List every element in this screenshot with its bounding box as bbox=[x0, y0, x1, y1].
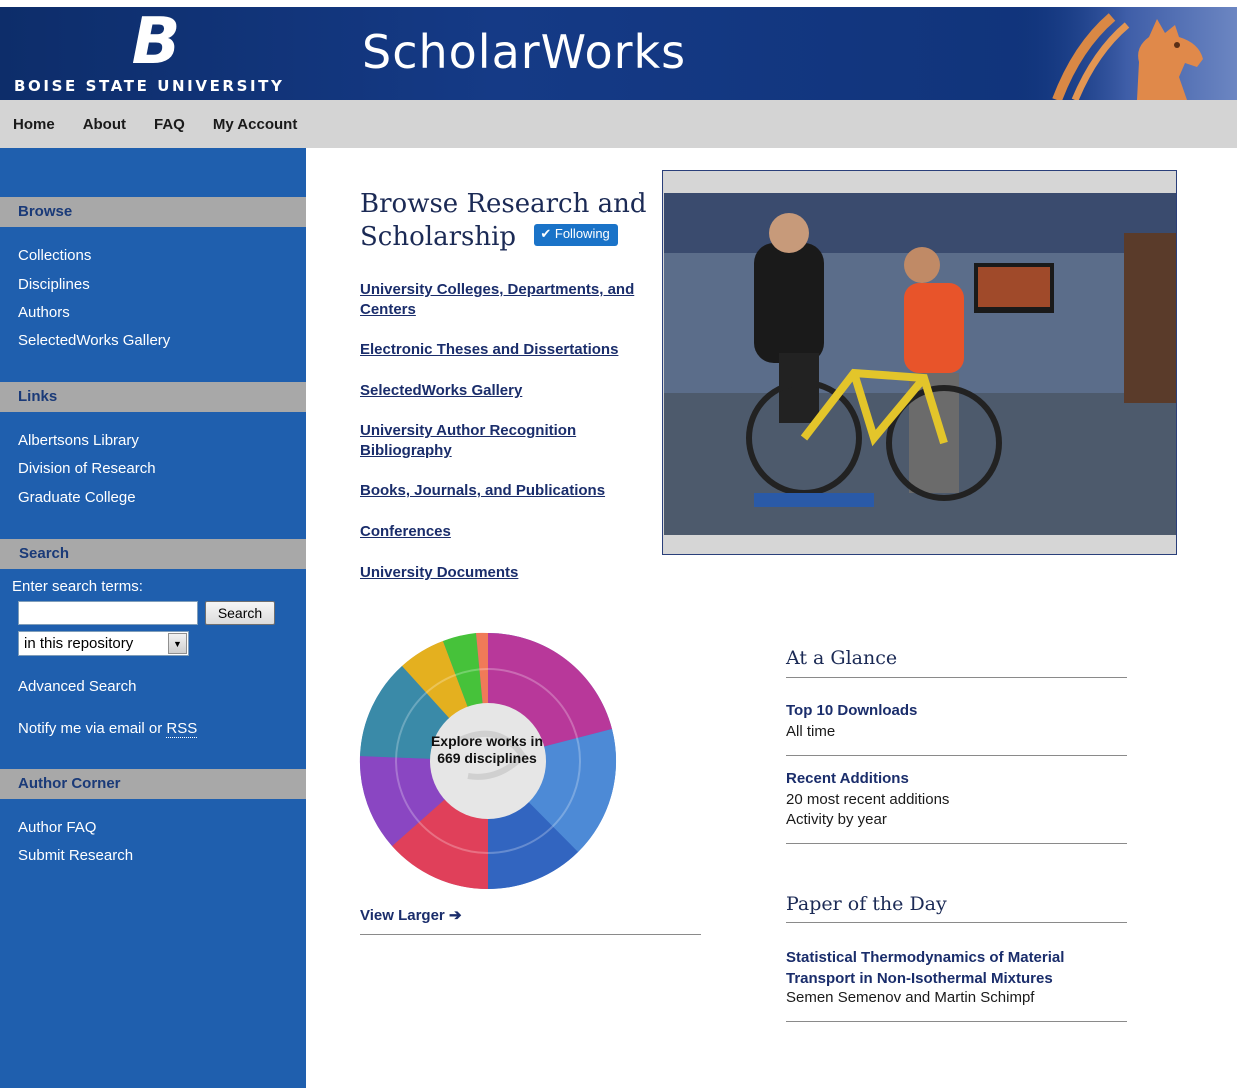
sidebar-heading-author-corner: Author Corner bbox=[0, 769, 306, 799]
sidebar-item-graduate-college[interactable]: Graduate College bbox=[18, 489, 136, 506]
site-header: B BOISE STATE UNIVERSITY ScholarWorks bbox=[0, 7, 1237, 100]
paper-title-link[interactable]: Statistical Thermodynamics of Material T… bbox=[786, 947, 1106, 989]
nav-my-account[interactable]: My Account bbox=[213, 116, 297, 133]
view-larger-link[interactable]: View Larger ➔ bbox=[360, 906, 462, 924]
at-a-glance-title: At a Glance bbox=[786, 647, 898, 669]
top-downloads-link[interactable]: Top 10 Downloads bbox=[786, 702, 917, 719]
divider bbox=[786, 755, 1127, 756]
divider bbox=[786, 843, 1127, 844]
sidebar-item-selectedworks-gallery[interactable]: SelectedWorks Gallery bbox=[18, 332, 170, 349]
sidebar-heading-browse: Browse bbox=[0, 197, 306, 227]
sidebar-item-submit-research[interactable]: Submit Research bbox=[18, 847, 133, 864]
paper-authors: Semen Semenov and Martin Schimpf bbox=[786, 989, 1035, 1006]
chevron-down-icon[interactable]: ▼ bbox=[168, 633, 187, 654]
link-theses-dissertations[interactable]: Electronic Theses and Dissertations bbox=[360, 340, 650, 360]
bronco-logo-art bbox=[1017, 7, 1237, 100]
university-logo[interactable]: B bbox=[120, 10, 190, 74]
paper-of-the-day-title: Paper of the Day bbox=[786, 893, 947, 915]
sidebar: Browse Collections Disciplines Authors S… bbox=[0, 148, 306, 1088]
search-scope-select[interactable]: in this repository ▼ bbox=[18, 631, 189, 656]
sidebar-item-albertsons-library[interactable]: Albertsons Library bbox=[18, 432, 139, 449]
header-topline bbox=[0, 0, 1237, 7]
activity-by-year-link[interactable]: Activity by year bbox=[786, 811, 887, 828]
divider bbox=[786, 922, 1127, 923]
sidebar-item-disciplines[interactable]: Disciplines bbox=[18, 276, 90, 293]
search-label: Enter search terms: bbox=[12, 578, 143, 595]
nav-about[interactable]: About bbox=[83, 116, 126, 133]
hero-image-frame bbox=[662, 170, 1177, 555]
top-navigation: Home About FAQ My Account bbox=[0, 100, 1237, 148]
sunburst-label[interactable]: Explore works in 669 disciplines bbox=[420, 733, 554, 767]
sidebar-heading-links: Links bbox=[0, 382, 306, 412]
advanced-search-link[interactable]: Advanced Search bbox=[18, 678, 136, 695]
sidebar-item-collections[interactable]: Collections bbox=[18, 247, 91, 264]
divider bbox=[786, 1021, 1127, 1022]
following-label: Following bbox=[554, 226, 610, 241]
sidebar-item-authors[interactable]: Authors bbox=[18, 304, 70, 321]
nav-faq[interactable]: FAQ bbox=[154, 116, 185, 133]
view-larger-text: View Larger bbox=[360, 907, 445, 924]
university-name[interactable]: BOISE STATE UNIVERSITY bbox=[14, 77, 284, 95]
nav-home[interactable]: Home bbox=[13, 116, 55, 133]
link-university-documents[interactable]: University Documents bbox=[360, 563, 650, 583]
link-books-journals[interactable]: Books, Journals, and Publications bbox=[360, 481, 650, 501]
hero-photo[interactable] bbox=[664, 193, 1176, 535]
search-button[interactable]: Search bbox=[205, 601, 275, 625]
divider bbox=[786, 677, 1127, 678]
sidebar-item-author-faq[interactable]: Author FAQ bbox=[18, 819, 96, 836]
link-author-recognition[interactable]: University Author Recognition Bibliograp… bbox=[360, 421, 650, 461]
sidebar-item-division-of-research[interactable]: Division of Research bbox=[18, 460, 156, 477]
recent-additions-sub[interactable]: 20 most recent additions bbox=[786, 791, 949, 808]
link-selectedworks-gallery[interactable]: SelectedWorks Gallery bbox=[360, 381, 650, 401]
rss-link[interactable]: RSS bbox=[166, 720, 198, 738]
link-colleges-departments[interactable]: University Colleges, Departments, and Ce… bbox=[360, 280, 650, 320]
search-scope-value: in this repository bbox=[24, 635, 134, 652]
notify-text[interactable]: Notify me via email or bbox=[18, 720, 166, 737]
arrow-right-icon: ➔ bbox=[448, 907, 462, 924]
notify-line: Notify me via email or RSS bbox=[18, 720, 198, 738]
link-conferences[interactable]: Conferences bbox=[360, 522, 650, 542]
site-title[interactable]: ScholarWorks bbox=[362, 25, 686, 79]
sidebar-heading-search: Search bbox=[0, 539, 306, 569]
divider bbox=[360, 934, 701, 935]
check-icon: ✔ bbox=[540, 226, 552, 241]
search-input[interactable] bbox=[18, 601, 198, 625]
browse-title: Browse Research and Scholarship ✔ Follow… bbox=[360, 188, 650, 254]
recent-additions-link[interactable]: Recent Additions bbox=[786, 770, 909, 787]
following-button[interactable]: ✔ Following bbox=[534, 224, 618, 246]
top-downloads-sub[interactable]: All time bbox=[786, 723, 835, 740]
